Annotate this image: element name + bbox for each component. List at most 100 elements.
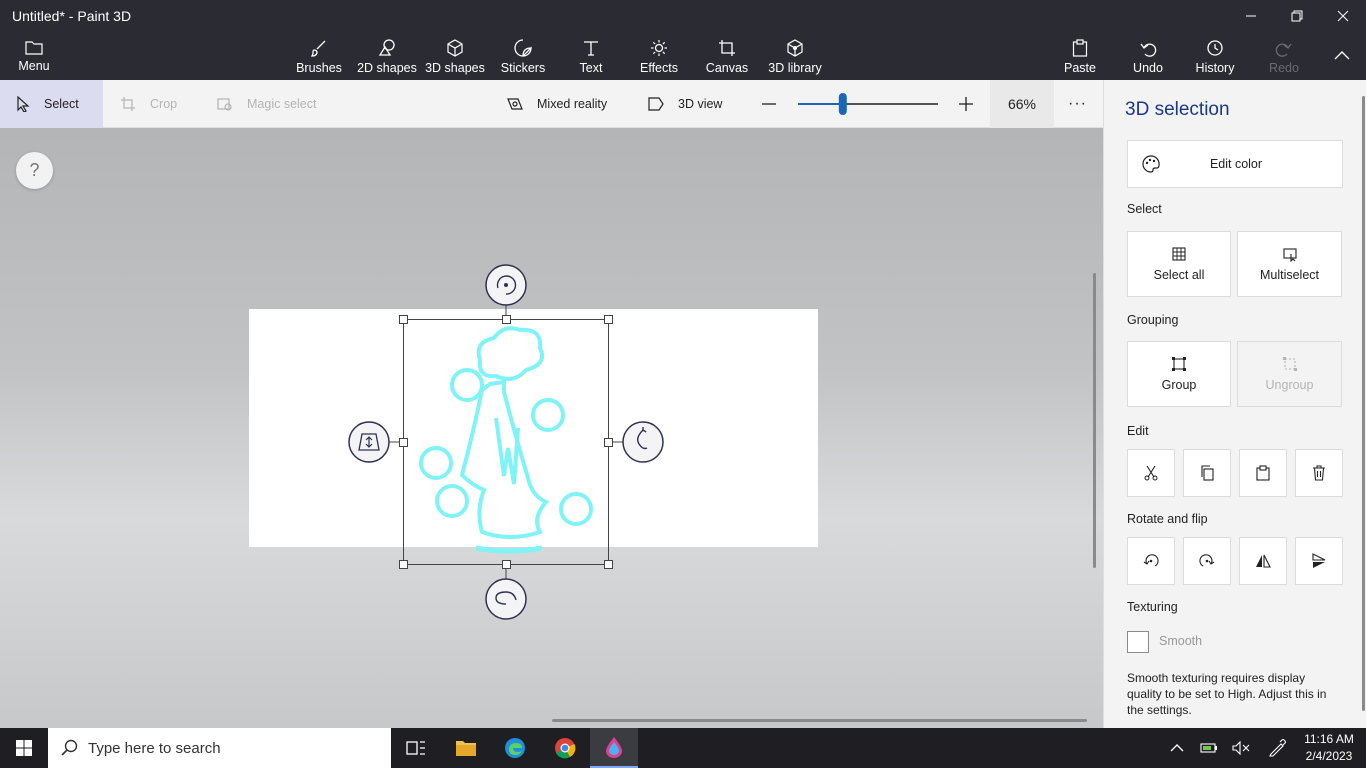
task-view-button[interactable] xyxy=(392,728,440,768)
task-view-icon xyxy=(406,741,425,755)
flip-horizontal-button[interactable] xyxy=(1239,537,1287,585)
resize-handle[interactable] xyxy=(604,315,613,324)
restore-icon xyxy=(1291,10,1303,22)
resize-handle[interactable] xyxy=(502,560,511,569)
tool-stickers[interactable]: Stickers xyxy=(498,32,548,80)
group-button[interactable]: Group xyxy=(1127,341,1231,407)
tool-text[interactable]: Text xyxy=(571,32,611,80)
edge-icon xyxy=(505,738,525,758)
tool-2d-shapes[interactable]: 2D shapes xyxy=(357,32,417,80)
paste-panel-button[interactable] xyxy=(1239,449,1287,497)
resize-handle[interactable] xyxy=(502,315,511,324)
resize-handle[interactable] xyxy=(604,438,613,447)
start-button[interactable] xyxy=(0,728,48,768)
ribbon: Menu Brushes 2D shapes 3D shapes Sticker… xyxy=(0,32,1366,80)
redo-button[interactable]: Redo xyxy=(1262,32,1306,80)
volume-muted-icon xyxy=(1232,741,1250,755)
3d-shapes-icon xyxy=(447,39,463,57)
paint-3d-app[interactable] xyxy=(590,728,638,768)
undo-button[interactable]: Undo xyxy=(1126,32,1170,80)
tool-brushes[interactable]: Brushes xyxy=(294,32,344,80)
clock-time: 11:16 AM xyxy=(1304,732,1354,746)
zoom-slider-thumb[interactable] xyxy=(838,93,847,115)
history-button[interactable]: History xyxy=(1192,32,1238,80)
rotate-flip-heading: Rotate and flip xyxy=(1127,512,1208,526)
volume-tray-icon[interactable] xyxy=(1228,728,1254,768)
edit-color-button[interactable]: Edit color xyxy=(1127,140,1343,188)
paint-3d-icon xyxy=(606,737,622,758)
restore-button[interactable] xyxy=(1274,0,1320,32)
rotate-x-handle[interactable] xyxy=(485,578,527,620)
zoom-level[interactable]: 66% xyxy=(990,80,1054,128)
edge-app[interactable] xyxy=(491,728,539,768)
menu-button[interactable]: Menu xyxy=(14,32,54,80)
tray-overflow-button[interactable] xyxy=(1164,728,1190,768)
zoom-in-button[interactable] xyxy=(957,80,989,128)
pen-tray-icon[interactable] xyxy=(1264,728,1290,768)
chevron-up-icon xyxy=(1170,744,1184,752)
collapse-ribbon-button[interactable] xyxy=(1322,32,1362,80)
select-all-button[interactable]: Select all xyxy=(1127,231,1231,297)
taskbar-clock[interactable]: 11:16 AM 2/4/2023 xyxy=(1296,731,1362,765)
redo-icon xyxy=(1275,43,1292,57)
cursor-icon xyxy=(17,96,30,112)
copy-icon xyxy=(1201,465,1214,481)
resize-handle[interactable] xyxy=(399,560,408,569)
magic-select-icon xyxy=(217,98,232,111)
zoom-slider[interactable] xyxy=(798,92,938,116)
vertical-scrollbar[interactable] xyxy=(1093,273,1096,568)
resize-handle[interactable] xyxy=(399,438,408,447)
horizontal-scrollbar[interactable] xyxy=(552,719,1087,722)
magic-select-button[interactable]: Magic select xyxy=(217,80,316,128)
search-icon xyxy=(61,739,78,756)
cut-button[interactable] xyxy=(1127,449,1175,497)
multiselect-icon xyxy=(1282,248,1297,262)
edit-heading: Edit xyxy=(1127,424,1149,438)
delete-button[interactable] xyxy=(1295,449,1343,497)
rotate-right-button[interactable] xyxy=(1183,537,1231,585)
3d-view-button[interactable]: 3D view xyxy=(648,80,722,128)
chrome-app[interactable] xyxy=(541,728,589,768)
battery-tray-icon[interactable] xyxy=(1196,728,1222,768)
zoom-out-button[interactable] xyxy=(760,80,792,128)
copy-button[interactable] xyxy=(1183,449,1231,497)
selection-box[interactable] xyxy=(403,319,609,565)
tool-3d-shapes[interactable]: 3D shapes xyxy=(425,32,485,80)
crop-tool-button[interactable]: Crop xyxy=(120,80,177,128)
ungroup-button[interactable]: Ungroup xyxy=(1237,341,1342,407)
resize-handle[interactable] xyxy=(399,315,408,324)
minimize-button[interactable] xyxy=(1228,0,1274,32)
canvas-icon xyxy=(719,40,735,56)
resize-handle[interactable] xyxy=(604,560,613,569)
smooth-checkbox[interactable] xyxy=(1127,631,1149,653)
history-label: History xyxy=(1195,61,1235,75)
rotate-y-handle[interactable] xyxy=(622,421,664,463)
folder-icon xyxy=(456,741,476,756)
tool-label: Text xyxy=(579,61,603,75)
mixed-reality-label: Mixed reality xyxy=(537,97,608,111)
taskbar-search[interactable]: Type here to search xyxy=(48,728,391,768)
flip-vertical-button[interactable] xyxy=(1295,537,1343,585)
rotate-left-button[interactable] xyxy=(1127,537,1175,585)
chrome-icon xyxy=(555,738,576,759)
clipboard-icon xyxy=(1072,39,1088,57)
tool-3d-library[interactable]: 3D library xyxy=(765,32,825,80)
panel-scrollbar[interactable] xyxy=(1362,96,1365,711)
ungroup-icon xyxy=(1282,357,1297,371)
paste-button[interactable]: Paste xyxy=(1058,32,1102,80)
mixed-reality-button[interactable]: Mixed reality xyxy=(507,80,607,128)
depth-handle[interactable] xyxy=(348,421,390,463)
title-bar: Untitled* - Paint 3D xyxy=(0,0,1366,32)
rotate-z-handle[interactable] xyxy=(485,264,527,306)
redo-label: Redo xyxy=(1269,61,1299,75)
side-panel: 3D selection Edit color Select Select al… xyxy=(1103,80,1366,728)
more-options-button[interactable]: ··· xyxy=(1068,80,1087,128)
tool-canvas[interactable]: Canvas xyxy=(702,32,752,80)
tool-effects[interactable]: Effects xyxy=(634,32,684,80)
cut-icon xyxy=(1144,465,1158,481)
file-explorer-app[interactable] xyxy=(442,728,490,768)
close-button[interactable] xyxy=(1320,0,1366,32)
select-tool-button[interactable]: Select xyxy=(0,80,103,128)
tool-label: 3D library xyxy=(768,61,822,75)
multiselect-button[interactable]: Multiselect xyxy=(1237,231,1342,297)
